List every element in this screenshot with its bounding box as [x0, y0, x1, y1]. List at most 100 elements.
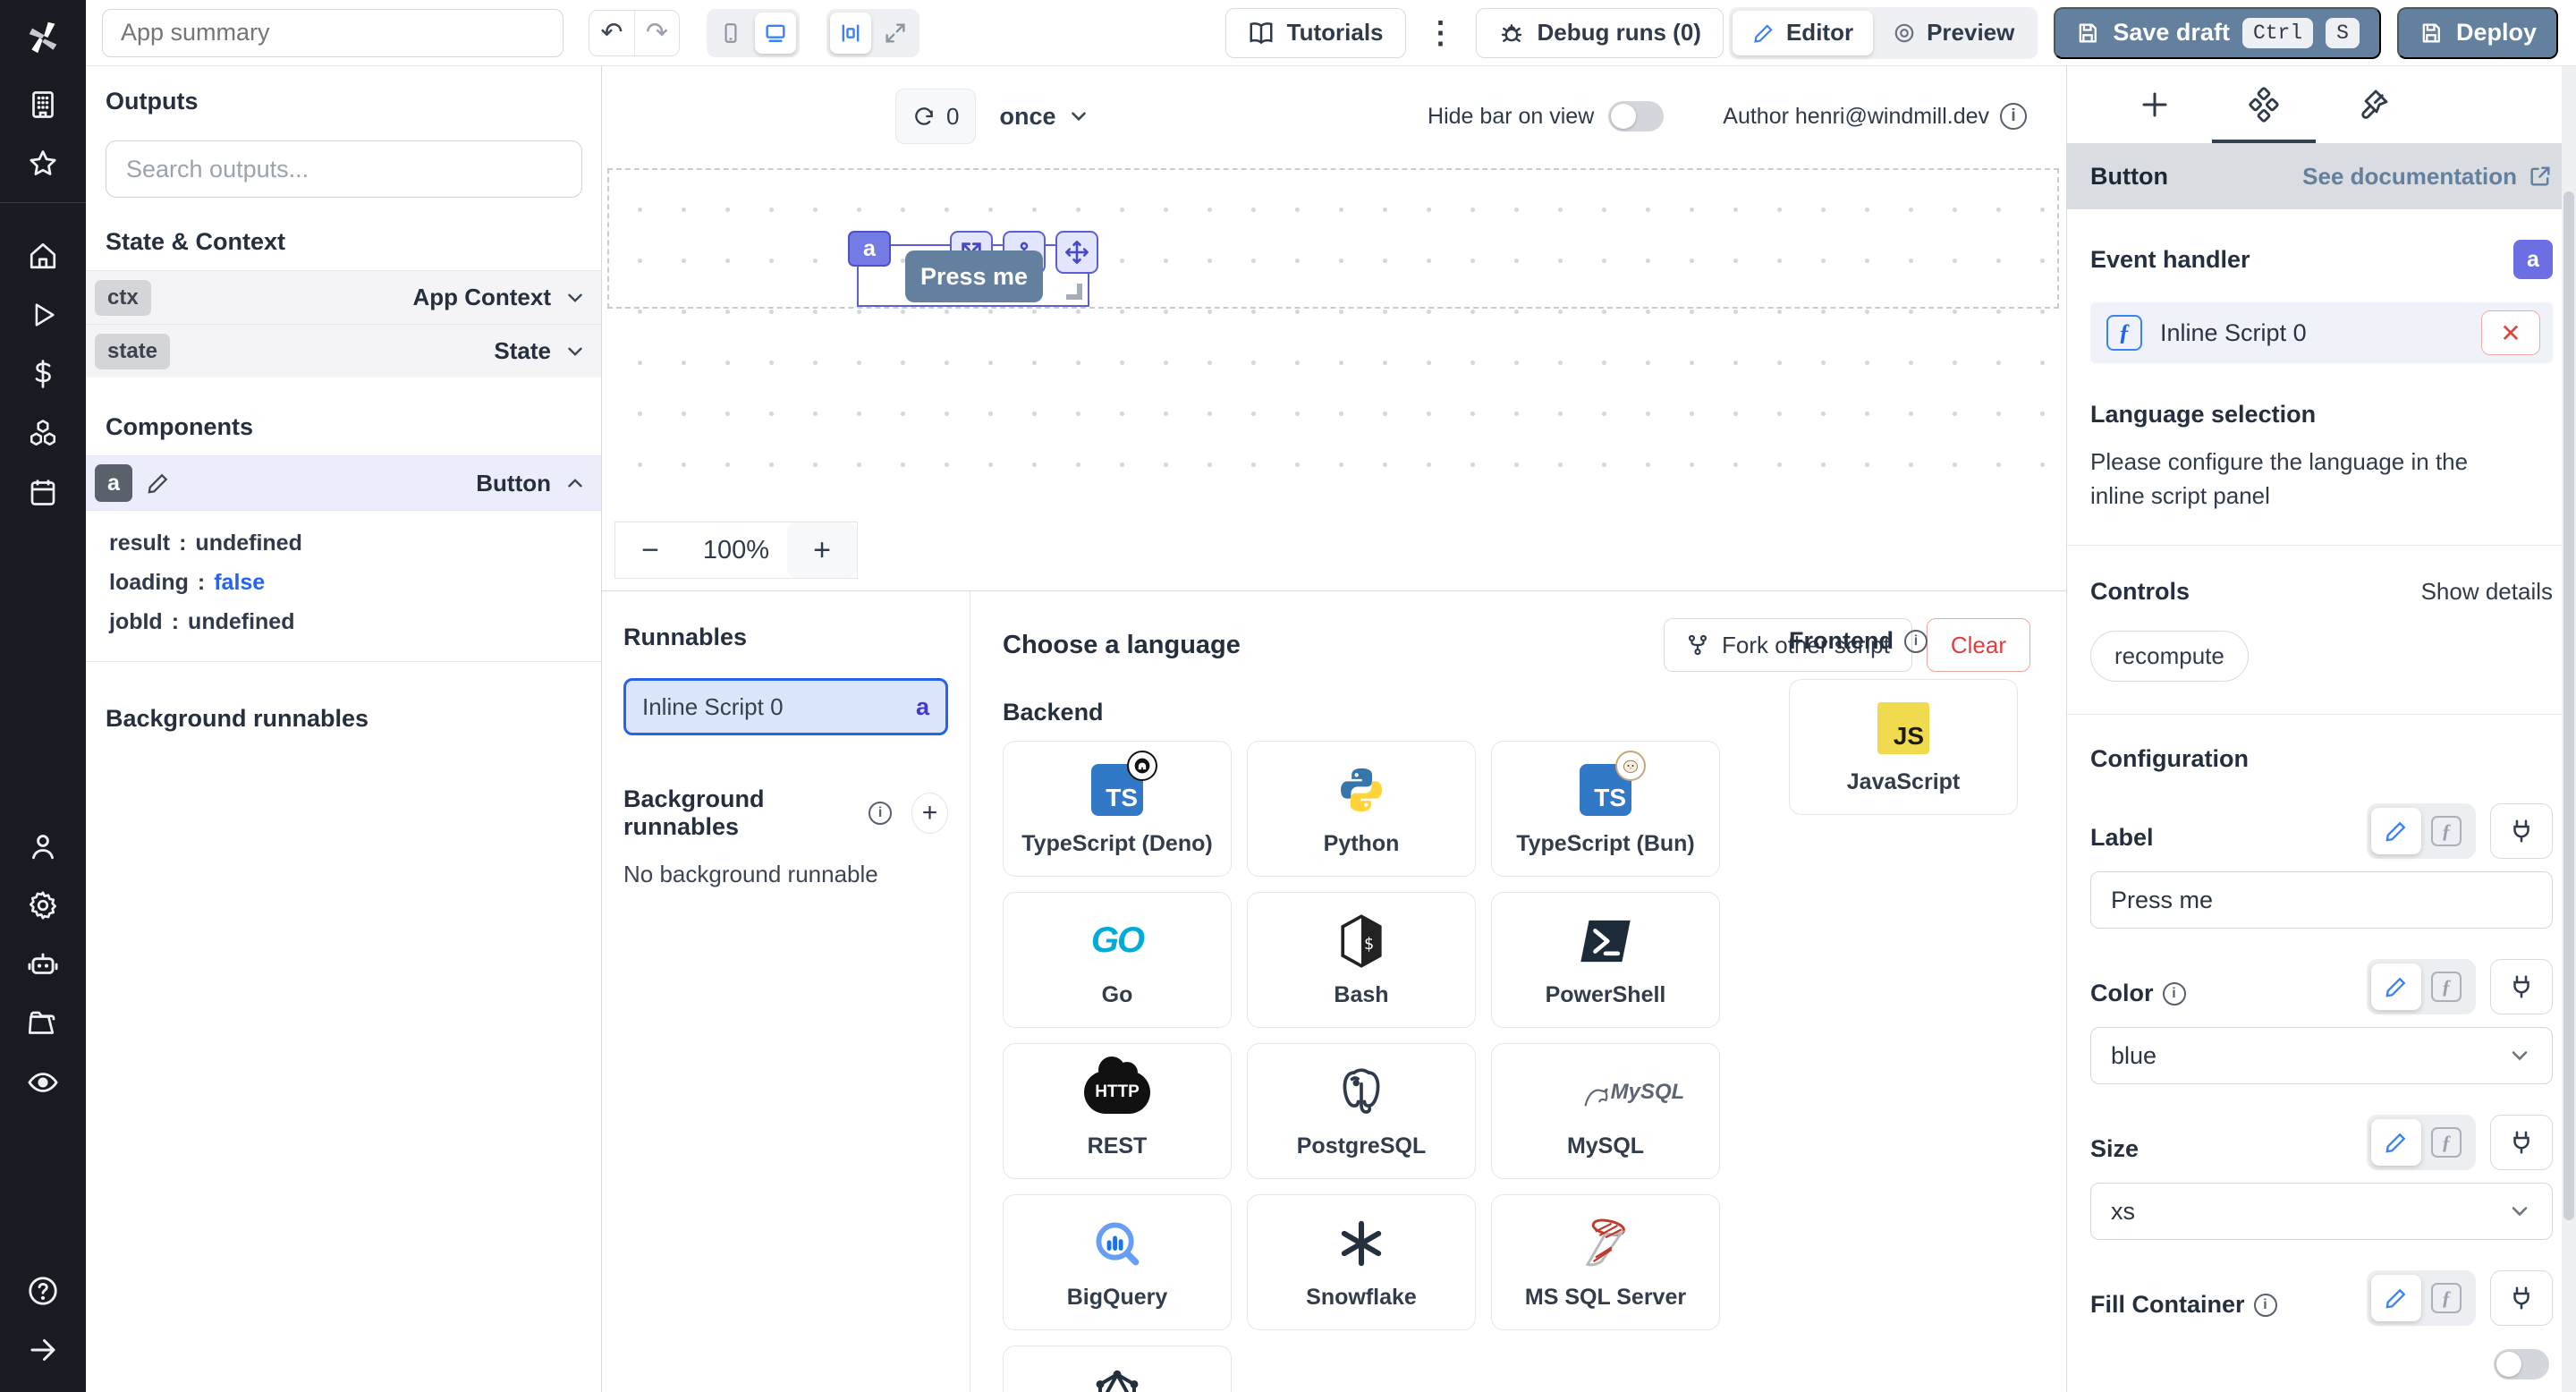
see-documentation-link[interactable]: See documentation — [2302, 163, 2553, 191]
refresh-count-chip[interactable]: 0 — [895, 89, 976, 144]
pencil-static-icon[interactable] — [2371, 1119, 2421, 1166]
lang-card-bash[interactable]: $ Bash — [1247, 892, 1476, 1028]
lang-card-powershell[interactable]: PowerShell — [1491, 892, 1720, 1028]
fill-container-toggle[interactable] — [2494, 1349, 2549, 1379]
resize-handle[interactable] — [1066, 284, 1082, 300]
lang-card-typescript-bun[interactable]: TS TypeScript (Bun) — [1491, 741, 1720, 877]
lang-card-typescript-deno[interactable]: TS TypeScript (Deno) — [1003, 741, 1232, 877]
user-icon[interactable] — [0, 817, 86, 876]
lang-card-rest[interactable]: HTTP REST — [1003, 1043, 1232, 1179]
lang-card-mysql[interactable]: MySQL MySQL — [1491, 1043, 1720, 1179]
lang-card-mssql[interactable]: MS SQL Server — [1491, 1194, 1720, 1330]
connect-plug-icon[interactable] — [2490, 1270, 2553, 1326]
connect-plug-icon[interactable] — [2490, 1115, 2553, 1170]
chevron-down-icon[interactable] — [564, 286, 587, 310]
chevron-up-icon[interactable] — [564, 471, 587, 495]
search-outputs-input[interactable] — [106, 140, 582, 198]
buildings-icon[interactable] — [0, 75, 86, 134]
press-me-button[interactable]: Press me — [905, 250, 1043, 302]
prop-jobid[interactable]: jobId:undefined — [109, 602, 601, 641]
scrollbar-track[interactable] — [2562, 66, 2576, 1392]
pencil-static-icon[interactable] — [2371, 963, 2421, 1010]
fx-expression-icon[interactable]: ƒ — [2421, 1119, 2471, 1166]
fx-expression-icon[interactable]: ƒ — [2421, 1275, 2471, 1321]
windmill-logo[interactable] — [0, 0, 86, 75]
save-draft-button[interactable]: Save draft Ctrl S — [2054, 7, 2381, 59]
run-mode-select[interactable]: once — [999, 103, 1089, 131]
rename-pencil-icon[interactable] — [140, 464, 177, 502]
fx-expression-icon[interactable]: ƒ — [2421, 808, 2471, 854]
pencil-static-icon[interactable] — [2371, 1275, 2421, 1321]
ctx-row[interactable]: ctx App Context — [86, 270, 601, 324]
scrollbar-thumb[interactable] — [2563, 191, 2574, 1220]
prop-loading[interactable]: loading:false — [109, 563, 601, 602]
runnable-item[interactable]: Inline Script 0 a — [623, 678, 948, 735]
collapse-arrow-icon[interactable] — [0, 1320, 86, 1379]
settings-gear-icon[interactable] — [0, 876, 86, 935]
lang-card-javascript[interactable]: JS JavaScript — [1789, 679, 2018, 815]
chevron-down-icon[interactable] — [564, 340, 587, 363]
desktop-icon[interactable] — [755, 13, 796, 54]
app-summary-input[interactable] — [102, 9, 564, 57]
connect-plug-icon[interactable] — [2490, 803, 2553, 859]
app-grid-outline[interactable] — [607, 168, 2059, 309]
home-icon[interactable] — [0, 226, 86, 285]
component-id-tag[interactable]: a — [848, 231, 891, 267]
editor-tab[interactable]: Editor — [1733, 11, 1873, 55]
redo-icon[interactable]: ↷ — [634, 11, 679, 55]
component-settings-icon[interactable] — [2246, 87, 2282, 123]
connect-plug-icon[interactable] — [2490, 959, 2553, 1014]
component-button-row[interactable]: a Button — [86, 455, 601, 511]
help-icon[interactable] — [0, 1261, 86, 1320]
lang-card-graphql[interactable]: GraphQL — [1003, 1345, 1232, 1392]
paintbrush-icon[interactable] — [2356, 88, 2390, 122]
deploy-button[interactable]: Deploy — [2397, 7, 2558, 59]
schedules-calendar-icon[interactable] — [0, 463, 86, 522]
lang-card-python[interactable]: Python — [1247, 741, 1476, 877]
preview-tab[interactable]: Preview — [1873, 11, 2034, 55]
inline-script-row[interactable]: ƒ Inline Script 0 ✕ — [2090, 302, 2553, 363]
audit-eye-icon[interactable] — [0, 1053, 86, 1112]
lang-card-postgresql[interactable]: PostgreSQL — [1247, 1043, 1476, 1179]
workers-robot-icon[interactable] — [0, 935, 86, 994]
variables-dollar-icon[interactable] — [0, 344, 86, 403]
plus-icon[interactable] — [2139, 89, 2171, 121]
move-icon[interactable] — [1055, 231, 1098, 274]
info-icon[interactable]: i — [2000, 103, 2027, 130]
undo-icon[interactable]: ↶ — [589, 11, 634, 55]
info-icon[interactable]: i — [2163, 982, 2186, 1006]
lang-card-snowflake[interactable]: Snowflake — [1247, 1194, 1476, 1330]
recompute-pill[interactable]: recompute — [2090, 631, 2249, 682]
lang-card-bigquery[interactable]: BigQuery — [1003, 1194, 1232, 1330]
hide-bar-toggle[interactable] — [1608, 101, 1664, 132]
mobile-icon[interactable] — [710, 13, 751, 54]
static-or-fx-toggle: ƒ — [2367, 803, 2476, 859]
color-select[interactable]: blue — [2090, 1027, 2553, 1084]
pencil-static-icon[interactable] — [2371, 808, 2421, 854]
fx-expression-icon[interactable]: ƒ — [2421, 963, 2471, 1010]
zoom-out-button[interactable]: − — [615, 522, 685, 578]
add-background-runnable-button[interactable]: + — [911, 793, 948, 834]
folders-icon[interactable] — [0, 994, 86, 1053]
info-icon[interactable]: i — [1904, 630, 1928, 653]
runs-play-icon[interactable] — [0, 285, 86, 344]
prop-result[interactable]: result:undefined — [109, 523, 601, 563]
more-menu-kebab-icon[interactable]: ⋮ — [1406, 15, 1476, 51]
clear-button[interactable]: Clear — [1927, 618, 2030, 672]
resources-cubes-icon[interactable] — [0, 403, 86, 463]
show-details-link[interactable]: Show details — [2421, 578, 2553, 606]
lang-card-go[interactable]: GO Go — [1003, 892, 1232, 1028]
fullwidth-expand-icon[interactable] — [875, 13, 916, 54]
label-input[interactable] — [2090, 871, 2553, 929]
tutorials-button[interactable]: Tutorials — [1225, 8, 1406, 58]
info-icon[interactable]: i — [2254, 1294, 2277, 1317]
star-icon[interactable] — [0, 134, 86, 193]
state-row[interactable]: state State — [86, 324, 601, 378]
remove-script-button[interactable]: ✕ — [2481, 310, 2540, 355]
size-select[interactable]: xs — [2090, 1183, 2553, 1240]
debug-runs-button[interactable]: Debug runs (0) — [1476, 8, 1724, 58]
center-align-icon[interactable] — [830, 13, 871, 54]
zoom-in-button[interactable]: + — [787, 522, 857, 578]
selected-component-box[interactable]: a Press me — [857, 244, 1089, 307]
info-icon[interactable]: i — [869, 802, 892, 825]
